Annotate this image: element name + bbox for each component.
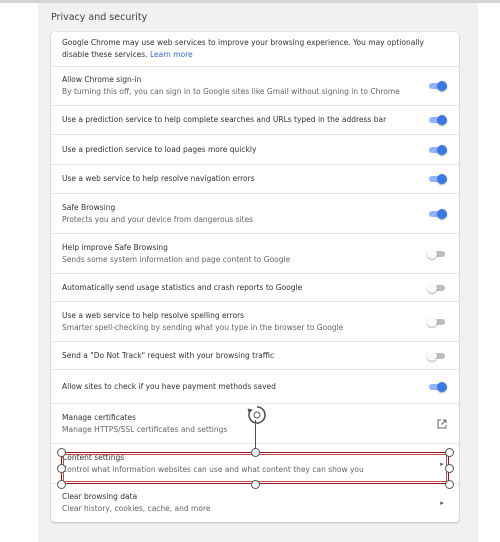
setting-title: Allow Chrome sign-in	[62, 75, 142, 84]
setting-text: Allow sites to check if you have payment…	[62, 381, 276, 393]
setting-row-allow-sites-to-check-if-you-have-payment-methods-saved: Allow sites to check if you have payment…	[51, 369, 459, 403]
arrow-right-icon[interactable]: ▸	[437, 499, 447, 507]
setting-title: Use a web service to help resolve spelli…	[62, 310, 245, 320]
setting-text: Clear browsing data Clear history, cookie…	[62, 491, 210, 515]
setting-subtitle: Protects you and your device from danger…	[62, 214, 254, 224]
setting-row-automatically-send-usage-statistics-and-crash-reports-to-google: Automatically send usage statistics and …	[51, 273, 459, 301]
setting-text: Send a "Do Not Track" request with your …	[62, 350, 274, 362]
intro-text: Google Chrome may use web services to im…	[62, 37, 447, 61]
toggle-switch[interactable]	[427, 208, 447, 220]
setting-title: Use a prediction service to load pages m…	[62, 144, 257, 154]
toggle-knob	[427, 282, 437, 293]
toggle-switch[interactable]	[427, 381, 447, 393]
setting-text: Safe Browsing Protects you and your devic…	[62, 202, 253, 226]
toggle-knob	[437, 381, 447, 392]
setting-text: Use a prediction service to help complet…	[62, 114, 386, 126]
toggle-knob	[427, 248, 437, 259]
external-link-icon[interactable]	[437, 419, 447, 429]
setting-title: Allow sites to check if you have payment…	[62, 381, 276, 391]
setting-row-use-a-web-service-to-help-resolve-spelling-errors: Use a web service to help resolve spelli…	[51, 301, 459, 341]
setting-subtitle: Manage HTTPS/SSL certificates and settin…	[62, 424, 228, 434]
setting-row-use-a-web-service-to-help-resolve-navigation-errors: Use a web service to help resolve naviga…	[51, 164, 459, 193]
setting-title: Use a web service to help resolve naviga…	[62, 174, 255, 183]
toggle-switch[interactable]	[427, 316, 447, 328]
toggle-knob	[437, 115, 447, 125]
learn-more-link[interactable]: Learn more	[150, 50, 193, 59]
setting-text: Content settings Control what information…	[62, 452, 364, 476]
setting-text: Use a web service to help resolve naviga…	[62, 173, 255, 185]
toggle-knob	[437, 208, 447, 219]
setting-text: Use a web service to help resolve spelli…	[62, 310, 343, 334]
setting-row-safe-browsing: Safe Browsing Protects you and your devic…	[51, 193, 459, 233]
setting-row-help-improve-safe-browsing: Help improve Safe Browsing Sends some sys…	[51, 233, 459, 273]
setting-title: Help improve Safe Browsing	[62, 242, 168, 252]
setting-text: Manage certificates Manage HTTPS/SSL cert…	[62, 412, 227, 436]
setting-subtitle: Clear history, cookies, cache, and more	[62, 504, 211, 513]
setting-title: Send a "Do Not Track" request with your …	[62, 350, 275, 360]
setting-title: Safe Browsing	[62, 202, 116, 212]
setting-row-use-a-prediction-service-to-help-complete-searches-and-urls-typed-in-the-address-bar: Use a prediction service to help complet…	[51, 105, 459, 134]
toggle-switch[interactable]	[427, 144, 447, 156]
toggle-knob	[437, 174, 447, 184]
setting-title: Content settings	[62, 452, 125, 462]
arrow-right-icon[interactable]: ▸	[437, 460, 447, 468]
toggle-switch[interactable]	[427, 80, 447, 92]
setting-text: Help improve Safe Browsing Sends some sys…	[62, 242, 290, 266]
setting-text: Automatically send usage statistics and …	[62, 282, 302, 294]
rotate-handle-icon[interactable]	[246, 404, 268, 426]
toggle-knob	[427, 316, 437, 327]
intro-description: Google Chrome may use web services to im…	[62, 38, 424, 59]
toggle-switch[interactable]	[427, 114, 447, 126]
setting-row-use-a-prediction-service-to-load-pages-more-quickly: Use a prediction service to load pages m…	[51, 134, 459, 164]
setting-title: Automatically send usage statistics and …	[62, 282, 303, 292]
toggle-switch[interactable]	[427, 282, 447, 294]
toggle-switch[interactable]	[427, 350, 447, 362]
setting-subtitle: By turning this off, you can sign in to …	[62, 87, 400, 96]
toggle-switch[interactable]	[427, 248, 447, 260]
setting-subtitle: Control what information websites can us…	[62, 464, 364, 474]
setting-title: Manage certificates	[62, 412, 136, 422]
toggle-knob	[437, 81, 447, 91]
setting-subtitle: Smarter spell-checking by sending what y…	[62, 322, 344, 332]
toggle-knob	[437, 144, 447, 155]
setting-title: Use a prediction service to help complet…	[62, 115, 387, 124]
setting-text: Allow Chrome sign-in By turning this off,…	[62, 74, 400, 98]
setting-title: Clear browsing data	[62, 492, 138, 501]
setting-text: Use a prediction service to load pages m…	[62, 144, 256, 156]
intro-row: Google Chrome may use web services to im…	[51, 32, 459, 66]
toggle-knob	[427, 350, 437, 361]
section-title: Privacy and security	[51, 12, 148, 23]
setting-subtitle: Sends some system information and page c…	[62, 254, 291, 264]
toggle-switch[interactable]	[427, 173, 447, 185]
setting-row-allow-chrome-sign-in: Allow Chrome sign-in By turning this off,…	[51, 66, 459, 105]
setting-row-clear-browsing-data[interactable]: Clear browsing data Clear history, cookie…	[51, 483, 459, 522]
setting-row-send-a-do-not-track-request-with-your-browsing-traffic: Send a "Do Not Track" request with your …	[51, 341, 459, 369]
